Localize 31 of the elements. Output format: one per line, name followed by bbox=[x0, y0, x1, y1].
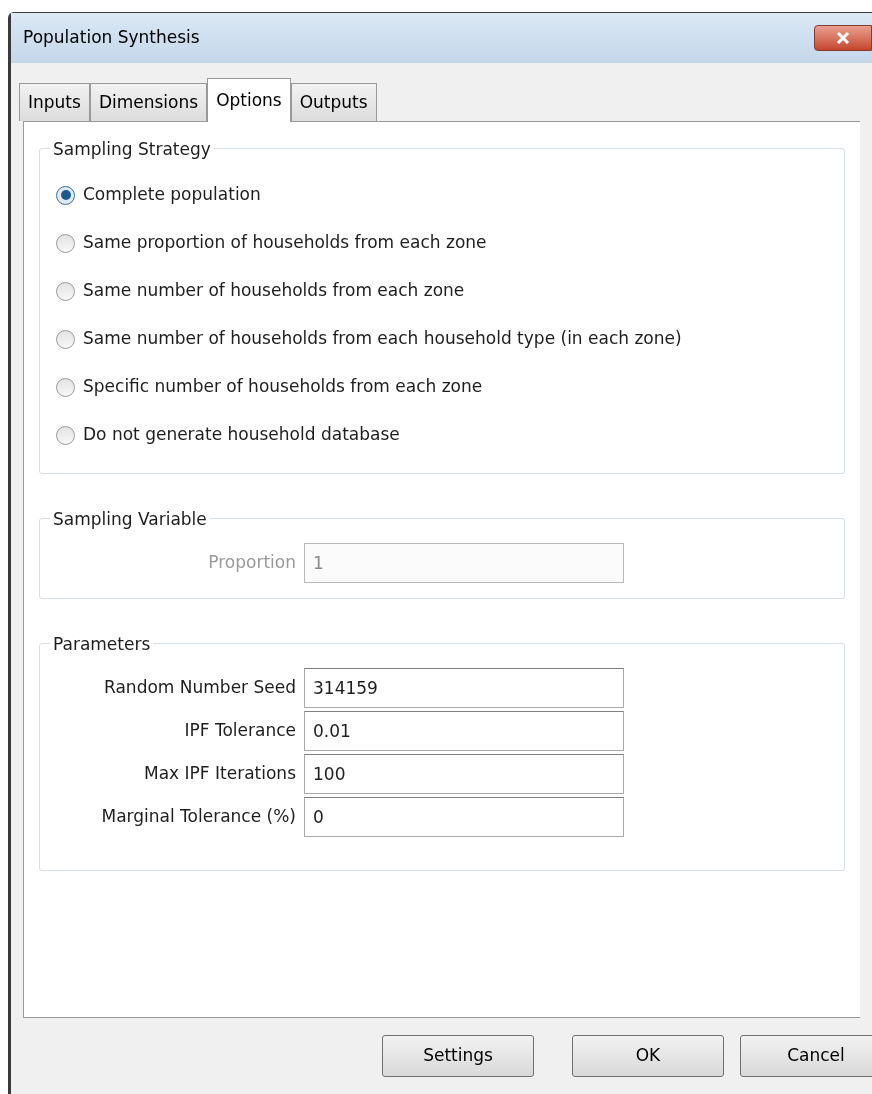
tab[interactable]: Outputs bbox=[290, 83, 377, 121]
radio-label: Do not generate household database bbox=[83, 423, 400, 447]
field-label: IPF Tolerance bbox=[183, 718, 297, 742]
input-field[interactable]: 314159 bbox=[304, 667, 624, 708]
radio-label: Same number of households from each zone bbox=[83, 279, 465, 303]
radio-button[interactable] bbox=[56, 185, 75, 205]
field-label: Marginal Tolerance (%) bbox=[100, 804, 297, 828]
close-icon bbox=[836, 32, 850, 44]
radio-label: Specific number of households from each zone bbox=[83, 375, 483, 399]
field-label: Random Number Seed bbox=[103, 675, 297, 699]
radio-button[interactable] bbox=[56, 233, 75, 253]
window-title: Population Synthesis bbox=[23, 26, 200, 50]
close-button[interactable] bbox=[814, 25, 872, 51]
tab[interactable]: Dimensions bbox=[89, 83, 208, 121]
input-field[interactable]: 100 bbox=[304, 753, 624, 794]
dialog-button[interactable]: OK bbox=[572, 1035, 724, 1077]
radio-button[interactable] bbox=[56, 329, 75, 349]
dialog-button[interactable]: Settings bbox=[382, 1035, 534, 1077]
field-label: Max IPF Iterations bbox=[143, 761, 297, 785]
field-label: Proportion bbox=[207, 550, 297, 574]
radio-label: Same number of households from each household type (in each zone) bbox=[83, 327, 682, 351]
tab[interactable]: Options bbox=[207, 78, 291, 122]
input-field[interactable]: 0 bbox=[304, 796, 624, 837]
radio-button[interactable] bbox=[56, 425, 75, 445]
radio-button[interactable] bbox=[56, 281, 75, 301]
radio-label: Complete population bbox=[83, 183, 261, 207]
dialog-button[interactable]: Cancel bbox=[740, 1035, 872, 1077]
radio-label: Same proportion of households from each zone bbox=[83, 231, 487, 255]
radio-button[interactable] bbox=[56, 377, 75, 397]
tab[interactable]: Inputs bbox=[19, 83, 90, 121]
input-field[interactable]: 0.01 bbox=[304, 710, 624, 751]
